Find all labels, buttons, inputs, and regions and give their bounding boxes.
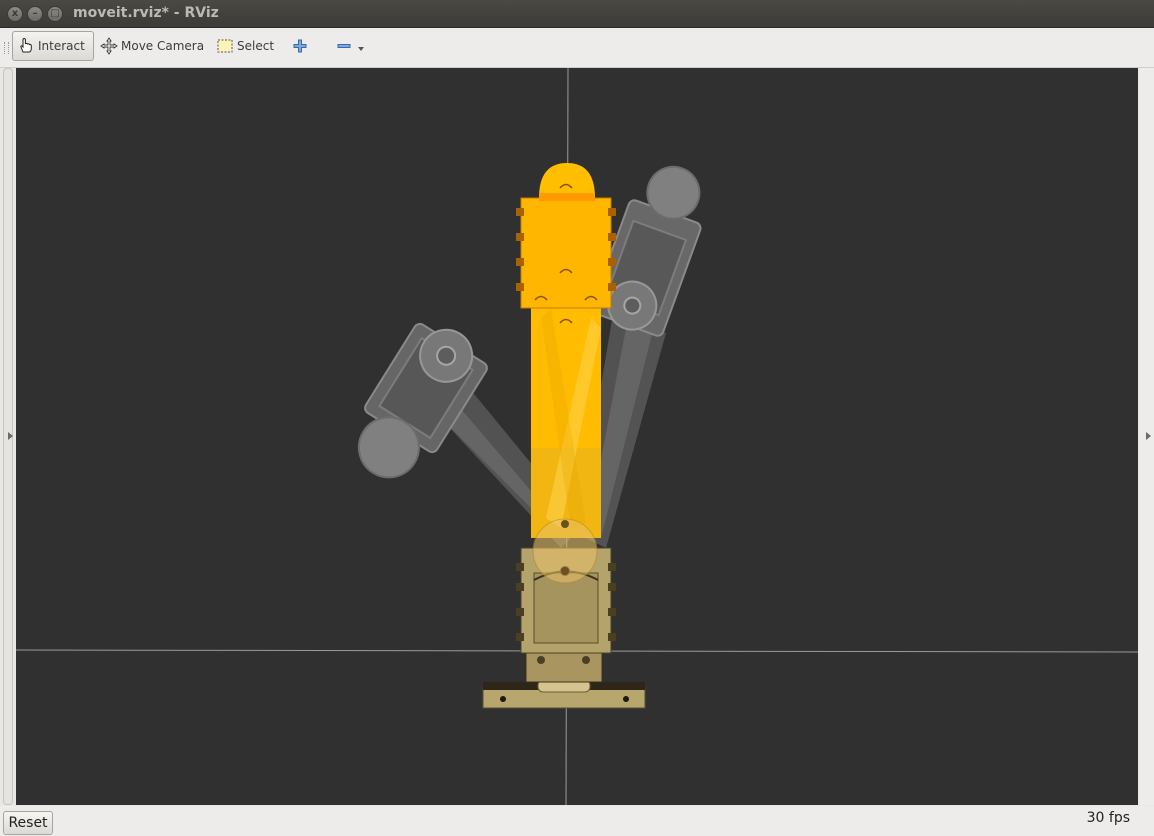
hand-pointer-icon	[20, 37, 32, 53]
minus-icon	[337, 44, 351, 48]
planned-arm-orange	[516, 163, 616, 584]
interact-tool-label: Interact	[38, 39, 85, 53]
minimize-window-button[interactable]: –	[27, 6, 43, 22]
robot-scene	[16, 68, 1138, 805]
select-tool-label: Select	[237, 39, 275, 53]
fps-readout: 30 fps	[1086, 810, 1130, 826]
minimize-icon: –	[32, 8, 38, 19]
window-title: moveit.rviz* - RViz	[73, 5, 219, 21]
toolbar-grip-handle[interactable]	[4, 42, 9, 54]
remove-tool-button[interactable]	[331, 31, 373, 61]
move-camera-icon	[100, 37, 118, 55]
status-bar: Reset 30 fps	[0, 806, 1154, 836]
tools-toolbar: Interact Move Camera Select	[0, 28, 1154, 68]
render-viewport[interactable]	[16, 68, 1138, 805]
move-camera-tool-label: Move Camera	[121, 39, 205, 53]
chevron-down-icon[interactable]	[356, 37, 366, 55]
select-box-icon	[217, 39, 233, 53]
reset-button[interactable]: Reset	[3, 811, 53, 835]
maximize-window-button[interactable]: □	[47, 6, 63, 22]
window-titlebar[interactable]: x – □ moveit.rviz* - RViz	[0, 0, 1154, 28]
close-icon: x	[11, 8, 19, 19]
expand-right-panel-icon[interactable]	[1146, 432, 1151, 440]
select-tool-button[interactable]: Select	[212, 31, 278, 61]
expand-left-panel-icon[interactable]	[8, 432, 13, 440]
add-tool-button[interactable]	[287, 31, 316, 61]
maximize-icon: □	[50, 8, 60, 19]
interact-tool-button[interactable]: Interact	[12, 31, 94, 61]
move-camera-tool-button[interactable]: Move Camera	[96, 31, 208, 61]
close-window-button[interactable]: x	[7, 6, 23, 22]
plus-icon	[293, 39, 307, 53]
